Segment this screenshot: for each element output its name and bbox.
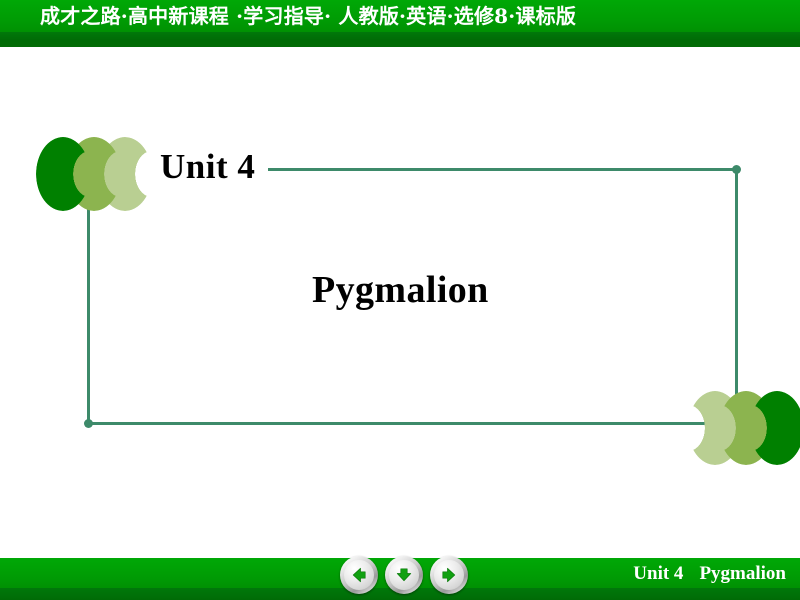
frame-line-right [735,168,738,420]
frame-corner-dot-top-right [732,165,741,174]
footer-breadcrumb: Unit 4 Pygmalion [633,561,786,587]
arrow-left-icon [349,565,369,585]
footer-lesson-title: Pygmalion [699,563,786,584]
header-accent-strip [0,32,800,47]
frame-corner-dot-bottom-left [84,419,93,428]
left-chevron-dark-icon [36,137,90,211]
previous-slide-button[interactable] [340,556,378,594]
arrow-right-icon [439,565,459,585]
unit-label: Unit 4 [160,147,256,186]
next-section-button[interactable] [385,556,423,594]
frame-line-top [268,168,738,171]
arrow-down-icon [394,565,414,585]
frame-line-bottom [87,422,742,425]
right-chevron-dark-icon [750,391,800,465]
header-course-title: 成才之路·高中新课程 ·学习指导· 人教版·英语·选修8·课标版 [40,4,577,28]
left-chevron-decoration [36,134,156,214]
right-chevron-decoration [688,388,800,468]
footer-unit-label: Unit 4 [633,563,684,584]
slide-navigation [340,556,468,598]
next-slide-button[interactable] [430,556,468,594]
page-title: Pygmalion [312,269,489,311]
